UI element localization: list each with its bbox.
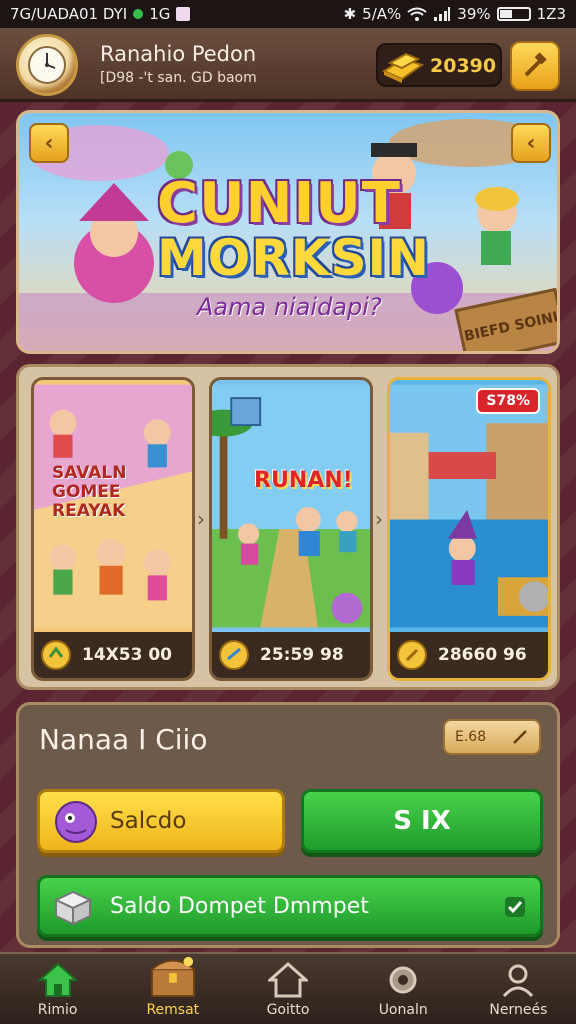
wallet-panel: Nanaa I Ciio E.68 Salcdo S IX Saldo Domp… <box>16 702 560 948</box>
card-1-price: 14X53 00 <box>82 645 172 665</box>
house-icon <box>268 962 308 998</box>
game-card-1[interactable]: SAVALN GOMEE REAYAK 14X53 00 <box>31 377 195 681</box>
edit-button-label: E.68 <box>455 729 487 745</box>
card-2-price-bar: 25:59 98 <box>212 632 370 678</box>
signal-text: 5/A% <box>362 5 402 23</box>
player-subtitle: [D98 -'t san. GD baom <box>100 70 257 86</box>
bottom-nav: Rimio Remsat Goitto Uonaln Nerneés <box>0 952 576 1024</box>
gold-bar-icon <box>381 52 425 83</box>
card-1-title: SAVALN GOMEE REAYAK <box>52 463 127 521</box>
pencil-icon <box>513 730 527 744</box>
tools-button[interactable] <box>510 41 560 91</box>
coin-icon <box>397 640 427 670</box>
banner-title-line2: MORKSIN <box>157 229 430 287</box>
card-art-witch <box>390 384 548 628</box>
app-dot-icon <box>133 9 144 19</box>
coin-icon <box>219 640 249 670</box>
nav-item-goitto[interactable]: Goitto <box>230 954 345 1024</box>
edit-button[interactable]: E.68 <box>443 719 541 755</box>
notification-icon <box>176 7 191 21</box>
box-icon <box>53 890 93 926</box>
coin-icon <box>41 640 71 670</box>
profile-icon <box>503 964 534 998</box>
card-art-runner <box>212 384 370 628</box>
six-button-label: S IX <box>393 806 451 836</box>
hammer-icon <box>524 52 547 77</box>
nav-item-remsat[interactable]: Remsat <box>115 954 230 1024</box>
chevron-right-icon: › <box>375 507 383 531</box>
treasure-chest-icon <box>150 956 195 998</box>
home-icon <box>37 962 78 997</box>
six-button[interactable]: S IX <box>301 789 543 853</box>
card-2-title: RUNAN! <box>254 468 353 493</box>
nav-item-home[interactable]: Rimio <box>0 954 115 1024</box>
clock-time: 1Z3 <box>536 5 566 23</box>
banner-subtitle: Aama niaidapi? <box>197 293 382 321</box>
banner-next-button[interactable]: ‹ <box>511 123 551 163</box>
card-1-price-bar: 14X53 00 <box>34 632 192 678</box>
nav-item-uonaln[interactable]: Uonaln <box>346 954 461 1024</box>
bluetooth-icon: ✱ <box>343 5 357 23</box>
game-card-2[interactable]: RUNAN! 25:59 98 <box>209 377 373 681</box>
purple-monster-icon <box>55 801 97 843</box>
saldo-button-label: Salcdo <box>110 808 187 834</box>
gear-icon <box>389 966 417 994</box>
carrier-text: 7G/UADA01 DYI <box>10 5 128 23</box>
saldo-button[interactable]: Salcdo <box>37 789 285 853</box>
chevron-left-icon: ‹ <box>526 130 536 156</box>
battery-icon <box>496 7 531 21</box>
saldo-dompet-button[interactable]: Saldo Dompet Dmmpet <box>37 875 543 937</box>
status-bar: 7G/UADA01 DYI 1G ✱ 5/A% 39% 1Z3 <box>0 0 576 28</box>
coin-balance[interactable]: 20390 <box>376 43 502 87</box>
nav-item-nernees[interactable]: Nerneés <box>461 954 576 1024</box>
chevron-left-icon: ‹ <box>44 130 54 156</box>
nav-label-home: Rimio <box>37 1002 78 1018</box>
card-2-price: 25:59 98 <box>260 645 344 665</box>
game-cards-panel: SAVALN GOMEE REAYAK 14X53 00 › RUNAN! 25… <box>16 364 560 690</box>
nav-label-goitto: Goitto <box>266 1002 310 1018</box>
cell-signal-icon <box>434 7 451 21</box>
nav-label-nernees: Nerneés <box>489 1002 548 1018</box>
top-header: Ranahio Pedon [D98 -'t san. GD baom 2039… <box>0 28 576 102</box>
wifi-icon <box>407 7 427 21</box>
battery-percent: 39% <box>457 5 491 23</box>
nav-label-remsat: Remsat <box>146 1002 200 1018</box>
card-3-price-bar: 28660 96 <box>390 632 548 678</box>
promo-banner[interactable]: ‹ ‹ CUNIUT MORKSIN Aama niaidapi? BIEFD … <box>16 110 560 354</box>
banner-prev-button[interactable]: ‹ <box>29 123 69 163</box>
banner-title-line1: CUNIUT <box>157 171 401 236</box>
saldo-dompet-label: Saldo Dompet Dmmpet <box>110 894 369 919</box>
check-icon <box>505 897 525 917</box>
game-card-3[interactable]: S78% 28660 96 <box>387 377 551 681</box>
nav-label-uonaln: Uonaln <box>378 1002 428 1018</box>
player-name: Ranahio Pedon <box>100 42 257 66</box>
chevron-right-icon: › <box>197 507 205 531</box>
discount-badge: S78% <box>476 388 540 414</box>
coin-value: 20390 <box>430 55 497 77</box>
stopwatch-avatar-icon[interactable] <box>16 34 78 96</box>
panel-title: Nanaa I Ciio <box>39 723 208 756</box>
network-text: 1G <box>149 5 171 23</box>
card-3-price: 28660 96 <box>438 645 527 665</box>
